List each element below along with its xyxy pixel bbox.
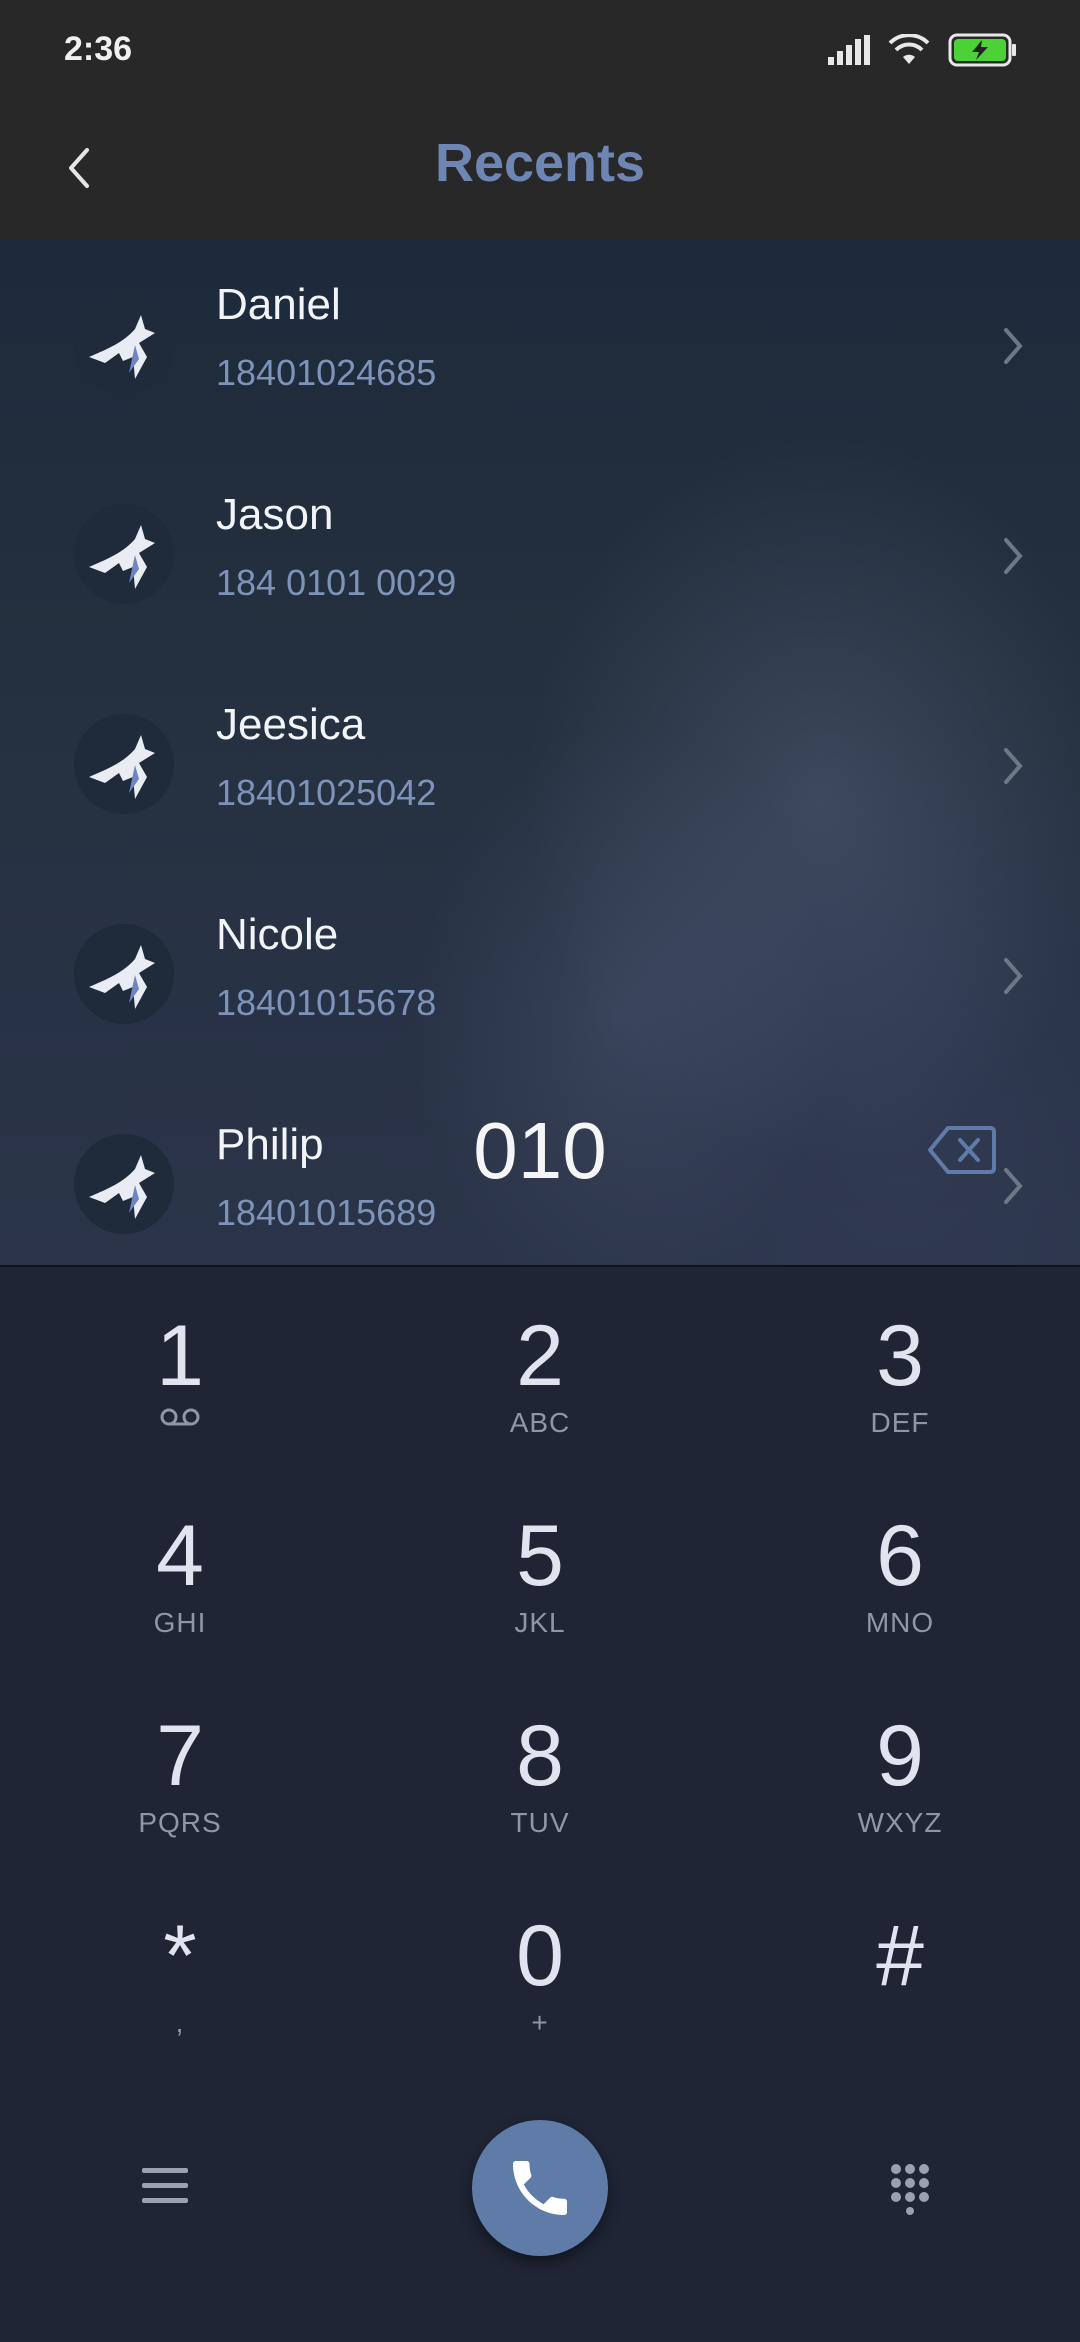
key-5[interactable]: 5 JKL [360,1467,720,1667]
key-3[interactable]: 3 DEF [720,1267,1080,1467]
avatar [74,714,174,814]
wolf-avatar-icon [89,735,155,799]
key-digit: 9 [876,1708,924,1804]
avatar [74,294,174,394]
key-letters: + [531,2007,549,2038]
list-item[interactable]: Nicole 18401015678 [0,870,1080,1080]
chevron-right-icon[interactable] [998,954,1028,998]
key-letters: GHI [153,1607,207,1638]
avatar [74,924,174,1024]
key-digit: 7 [156,1708,204,1804]
chevron-right-icon[interactable] [998,744,1028,788]
key-digit: 2 [516,1308,564,1404]
contact-number: 18401024685 [216,352,437,393]
contact-name: Daniel [216,280,341,329]
contact-name: Jason [216,490,334,539]
dialpad-grid-icon[interactable] [888,2163,940,2215]
key-2[interactable]: 2 ABC [360,1267,720,1467]
signal-icon [828,35,870,65]
key-0[interactable]: 0 + [360,1867,720,2067]
avatar [74,504,174,604]
key-digit: 1 [156,1308,204,1404]
key-star[interactable]: * , [0,1867,360,2067]
key-letters: JKL [514,1607,566,1638]
contact-number: 184 0101 0029 [216,562,457,603]
dialed-number: 010 [473,1106,607,1195]
contact-name: Nicole [216,910,339,959]
key-9[interactable]: 9 WXYZ [720,1667,1080,1867]
key-letters: ABC [509,1407,571,1438]
key-digit: 4 [156,1508,204,1604]
wolf-avatar-icon [89,525,155,589]
wolf-avatar-icon [89,945,155,1009]
key-letters: TUV [510,1807,570,1838]
key-1[interactable]: 1 [0,1267,360,1467]
key-letters: MNO [865,1607,935,1638]
contact-number: 18401015678 [216,982,437,1023]
key-8[interactable]: 8 TUV [360,1667,720,1867]
contact-name: Jeesica [216,700,366,749]
key-letters: WXYZ [857,1807,943,1838]
menu-icon[interactable] [140,2160,192,2212]
contact-number: 18401015689 [216,1192,437,1233]
key-digit: # [876,1908,924,2004]
chevron-right-icon[interactable] [998,324,1028,368]
list-item[interactable]: Jason 184 0101 0029 [0,450,1080,660]
key-digit: * [163,1908,197,2004]
chevron-right-icon[interactable] [998,534,1028,578]
status-time: 2:36 [64,30,133,68]
wifi-icon [888,34,930,64]
key-digit: 0 [516,1908,564,2004]
status-bar: 2:36 [0,0,1080,100]
app-bar: Recents [0,100,1080,240]
key-digit: 8 [516,1708,564,1804]
key-digit: 5 [516,1508,564,1604]
status-icons [828,30,1018,70]
key-4[interactable]: 4 GHI [0,1467,360,1667]
contact-number: 18401025042 [216,772,437,813]
key-6[interactable]: 6 MNO [720,1467,1080,1667]
battery-charging-icon [948,33,1016,67]
phone-icon [513,2161,567,2215]
wolf-avatar-icon [89,315,155,379]
key-hash[interactable]: # [720,1867,1080,2067]
key-digit: 6 [876,1508,924,1604]
page-title: Recents [434,133,646,193]
voicemail-icon [160,1408,200,1426]
backspace-icon[interactable] [928,1124,996,1176]
key-7[interactable]: 7 PQRS [0,1667,360,1867]
key-digit: 3 [876,1308,924,1404]
key-letters: , [175,2007,185,2038]
list-item[interactable]: Daniel 18401024685 [0,240,1080,450]
key-letters: PQRS [138,1807,222,1838]
list-item[interactable]: Jeesica 18401025042 [0,660,1080,870]
key-letters: DEF [870,1407,930,1438]
call-button[interactable] [472,2120,608,2256]
